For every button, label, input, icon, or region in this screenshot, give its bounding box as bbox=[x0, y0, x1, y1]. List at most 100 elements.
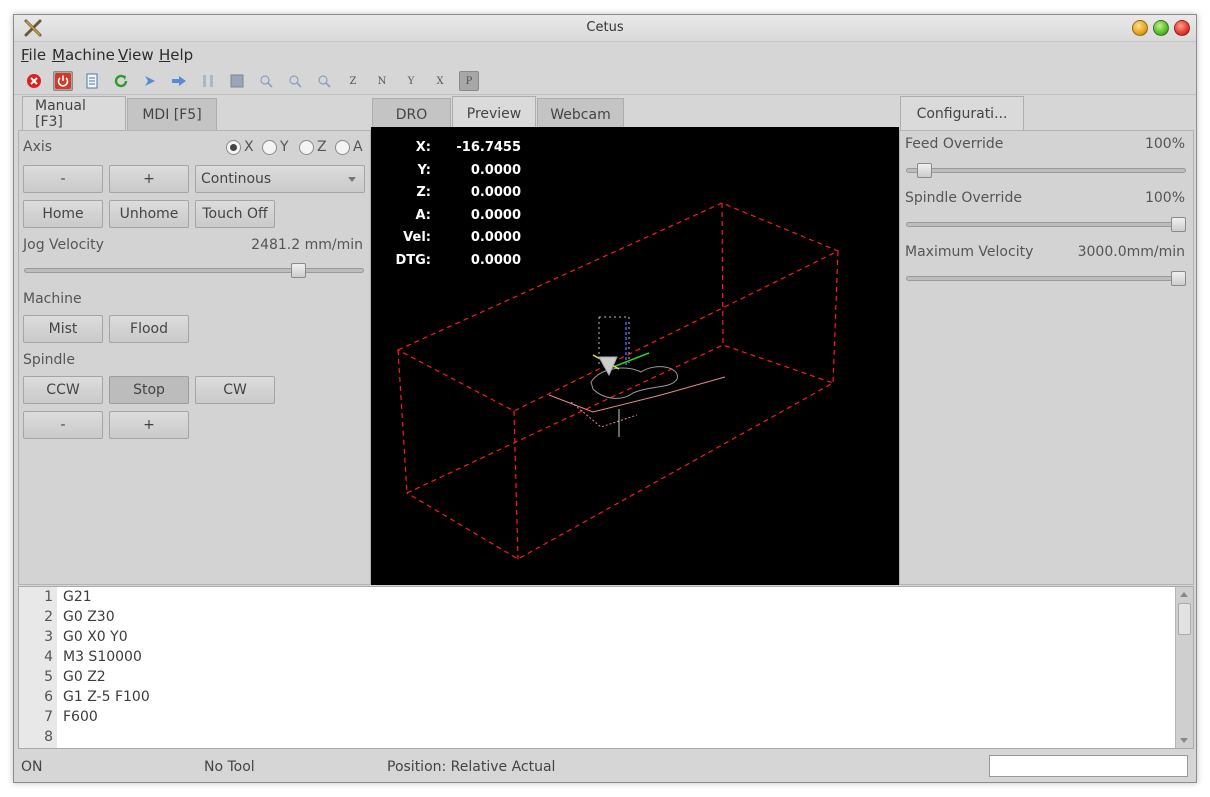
jog-plus-button[interactable]: + bbox=[109, 165, 189, 193]
toolpath-preview[interactable]: X: -16.7455 Y: 0.0000 Z: 0.0000 A: 0.000… bbox=[371, 127, 899, 585]
open-file-button[interactable] bbox=[82, 71, 102, 91]
zoom-out-icon bbox=[289, 75, 302, 88]
title-bar: Cetus bbox=[14, 15, 1196, 42]
code-line[interactable]: F600 bbox=[63, 709, 98, 725]
feed-override-label: Feed Override bbox=[905, 136, 1004, 152]
reload-button[interactable] bbox=[111, 71, 131, 91]
jog-velocity-slider-handle[interactable] bbox=[290, 263, 306, 278]
touch-off-button[interactable]: Touch Off bbox=[195, 200, 275, 228]
line-number: 6 bbox=[44, 689, 53, 705]
code-line[interactable]: M3 S10000 bbox=[63, 649, 142, 665]
feed-override-track[interactable] bbox=[906, 168, 1186, 173]
line-number: 4 bbox=[44, 649, 53, 665]
radio-axis-z[interactable]: Z bbox=[299, 139, 327, 155]
run-icon bbox=[145, 76, 155, 86]
line-number: 2 bbox=[44, 609, 53, 625]
axis-label: Axis bbox=[23, 139, 53, 155]
estop-icon bbox=[27, 74, 41, 88]
maximize-button[interactable] bbox=[1153, 20, 1169, 36]
step-button[interactable] bbox=[169, 71, 189, 91]
step-icon bbox=[172, 76, 186, 86]
scroll-down-icon[interactable] bbox=[1180, 738, 1188, 743]
editor-scrollbar[interactable] bbox=[1175, 587, 1193, 748]
spindle-override-track[interactable] bbox=[906, 222, 1186, 227]
menu-machine[interactable]: Machine bbox=[52, 46, 115, 64]
spindle-faster-button[interactable]: + bbox=[109, 411, 189, 439]
toolbar: Z N Y X P bbox=[14, 67, 1196, 95]
home-button[interactable]: Home bbox=[23, 200, 103, 228]
power-button[interactable] bbox=[53, 71, 73, 91]
machine-label: Machine bbox=[23, 291, 82, 307]
machine-state-status: ON bbox=[21, 759, 43, 775]
menu-help[interactable]: Help bbox=[159, 46, 193, 64]
spindle-cw-button[interactable]: CW bbox=[195, 376, 275, 404]
view-z2-button[interactable]: N bbox=[372, 71, 392, 91]
view-p-button[interactable]: P bbox=[459, 71, 479, 91]
tool-status: No Tool bbox=[204, 759, 255, 775]
menu-bar: File Machine View Help bbox=[14, 43, 1196, 67]
max-velocity-slider-handle[interactable] bbox=[1171, 271, 1186, 286]
spindle-override-label: Spindle Override bbox=[905, 190, 1022, 206]
unhome-button[interactable]: Unhome bbox=[109, 200, 189, 228]
zoom-fit-button[interactable] bbox=[314, 71, 334, 91]
toolpath-graphic bbox=[548, 316, 726, 437]
radio-circle bbox=[335, 139, 350, 155]
spindle-ccw-button[interactable]: CCW bbox=[23, 376, 103, 404]
spindle-slower-button[interactable]: - bbox=[23, 411, 103, 439]
minimize-button[interactable] bbox=[1132, 20, 1148, 36]
view-z-button[interactable]: Z bbox=[343, 71, 363, 91]
tab-preview[interactable]: Preview bbox=[452, 96, 536, 131]
flood-button[interactable]: Flood bbox=[109, 315, 189, 343]
stop-program-button[interactable] bbox=[227, 71, 247, 91]
line-number: 8 bbox=[44, 729, 53, 745]
scroll-up-icon[interactable] bbox=[1180, 592, 1188, 597]
code-line[interactable]: G0 Z30 bbox=[63, 609, 115, 625]
feed-override-slider-handle[interactable] bbox=[916, 163, 932, 178]
line-number: 3 bbox=[44, 629, 53, 645]
stop-icon bbox=[230, 74, 244, 88]
max-velocity-value: 3000.0mm/min bbox=[1077, 244, 1185, 260]
main-window: Cetus File Machine View Help Z N Y X P M… bbox=[13, 14, 1197, 783]
radio-axis-a[interactable]: A bbox=[335, 139, 363, 155]
radio-circle bbox=[299, 139, 314, 155]
radio-circle bbox=[226, 139, 241, 155]
code-line[interactable]: G21 bbox=[63, 589, 92, 605]
code-line[interactable]: G1 Z-5 F100 bbox=[63, 689, 150, 705]
jog-velocity-label: Jog Velocity bbox=[23, 237, 104, 253]
line-number: 5 bbox=[44, 669, 53, 685]
zoom-in-button[interactable] bbox=[256, 71, 276, 91]
line-number: 1 bbox=[44, 589, 53, 605]
max-velocity-track[interactable] bbox=[906, 276, 1186, 281]
spindle-override-value: 100% bbox=[1144, 190, 1185, 206]
view-y-button[interactable]: Y bbox=[401, 71, 421, 91]
max-velocity-label: Maximum Velocity bbox=[905, 244, 1034, 260]
spindle-label: Spindle bbox=[23, 352, 75, 368]
jog-mode-select[interactable]: Continous bbox=[195, 165, 365, 193]
pause-icon bbox=[203, 75, 213, 87]
close-window-button[interactable] bbox=[1174, 20, 1190, 36]
machine-boundary-box bbox=[396, 202, 840, 560]
estop-button[interactable] bbox=[24, 71, 44, 91]
tab-mdi[interactable]: MDI [F5] bbox=[127, 98, 217, 131]
run-button[interactable] bbox=[140, 71, 160, 91]
jog-minus-button[interactable]: - bbox=[23, 165, 103, 193]
status-input-field[interactable] bbox=[989, 755, 1188, 777]
code-line[interactable]: G0 Z2 bbox=[63, 669, 106, 685]
view-x-button[interactable]: X bbox=[430, 71, 450, 91]
radio-axis-x[interactable]: X bbox=[226, 139, 254, 155]
spindle-stop-button[interactable]: Stop bbox=[109, 376, 189, 404]
pause-button[interactable] bbox=[198, 71, 218, 91]
scrollbar-thumb[interactable] bbox=[1178, 603, 1191, 635]
menu-file[interactable]: File bbox=[21, 46, 46, 64]
code-line[interactable]: G0 X0 Y0 bbox=[63, 629, 128, 645]
jog-velocity-track[interactable] bbox=[24, 268, 364, 273]
gcode-editor[interactable]: 1 2 3 4 5 6 7 8 G21 G0 Z30 G0 X0 Y0 M3 S… bbox=[18, 586, 1194, 749]
radio-axis-y[interactable]: Y bbox=[262, 139, 289, 155]
line-number: 7 bbox=[44, 709, 53, 725]
zoom-out-button[interactable] bbox=[285, 71, 305, 91]
tab-manual[interactable]: Manual [F3] bbox=[22, 96, 126, 131]
tab-configuration[interactable]: Configurati... bbox=[900, 96, 1024, 131]
menu-view[interactable]: View bbox=[118, 46, 154, 64]
spindle-override-slider-handle[interactable] bbox=[1171, 217, 1186, 232]
mist-button[interactable]: Mist bbox=[23, 315, 103, 343]
